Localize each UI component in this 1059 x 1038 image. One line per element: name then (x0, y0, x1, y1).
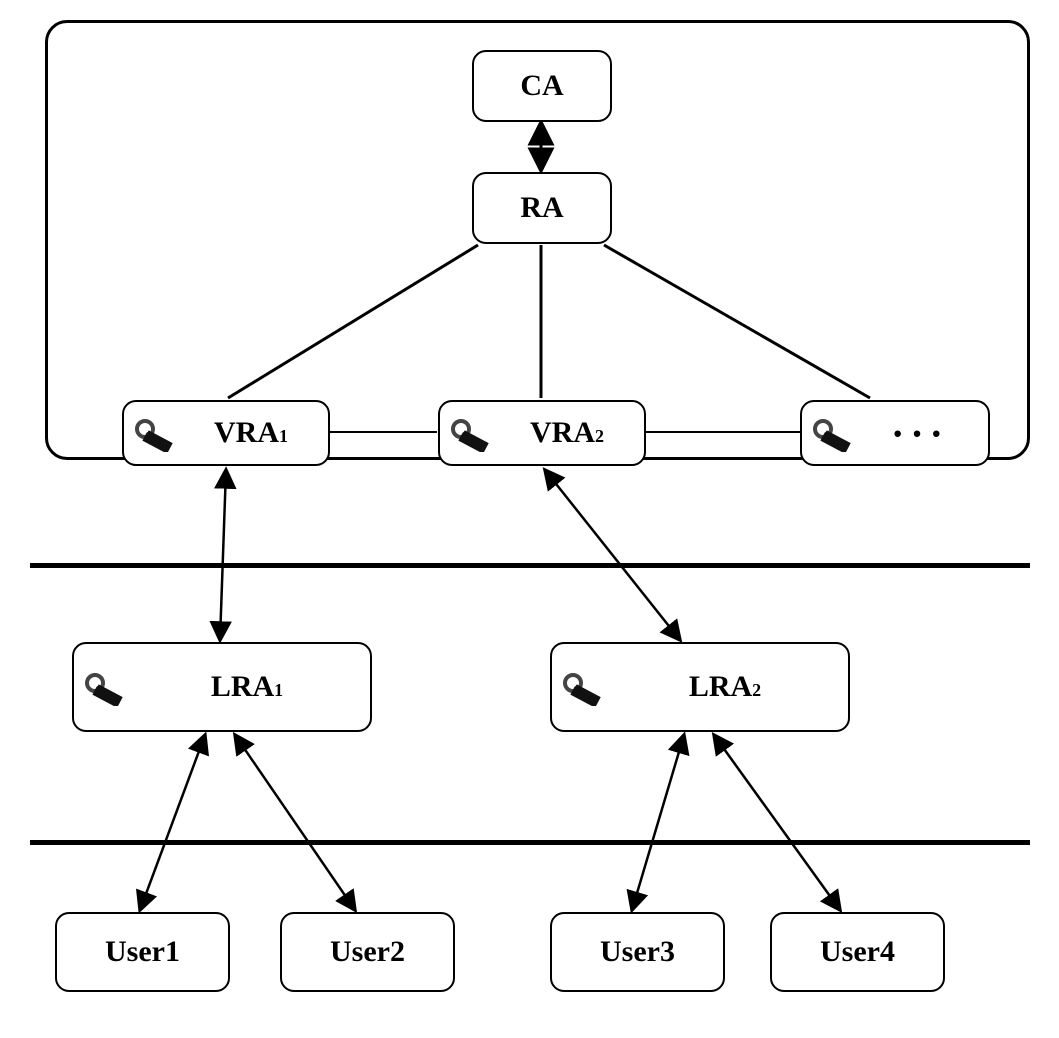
node-user4: User4 (770, 912, 945, 992)
node-vra2: VRA 2 (438, 400, 646, 466)
node-label: LRA (689, 670, 752, 704)
node-label: User3 (600, 935, 675, 969)
key-icon (560, 668, 612, 706)
node-subscript: 2 (752, 680, 761, 701)
key-icon (82, 668, 134, 706)
node-label: VRA (530, 416, 595, 450)
node-label: User1 (105, 935, 180, 969)
node-ca: CA (472, 50, 612, 122)
node-subscript: 1 (279, 426, 288, 447)
key-icon (448, 414, 500, 452)
key-icon (132, 414, 184, 452)
node-label: CA (520, 69, 563, 103)
node-user2: User2 (280, 912, 455, 992)
node-user3: User3 (550, 912, 725, 992)
node-lra1: LRA 1 (72, 642, 372, 732)
node-user1: User1 (55, 912, 230, 992)
node-label: LRA (211, 670, 274, 704)
node-ra: RA (472, 172, 612, 244)
node-subscript: 2 (595, 426, 604, 447)
node-lra2: LRA 2 (550, 642, 850, 732)
node-label: User2 (330, 935, 405, 969)
zone-divider-1 (30, 563, 1030, 568)
zone-divider-2 (30, 840, 1030, 845)
node-label: VRA (214, 416, 279, 450)
node-vra1: VRA 1 (122, 400, 330, 466)
node-vra-more: ··· (800, 400, 990, 466)
node-subscript: 1 (274, 680, 283, 701)
node-label: ··· (891, 410, 949, 457)
key-icon (810, 414, 862, 452)
node-label: User4 (820, 935, 895, 969)
node-label: RA (520, 191, 563, 225)
